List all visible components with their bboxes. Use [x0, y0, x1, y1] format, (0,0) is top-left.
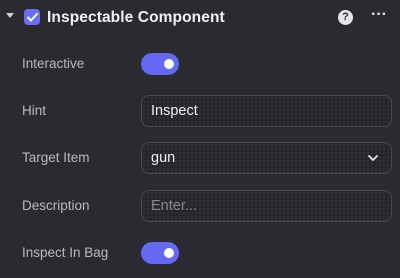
- inspect-in-bag-label: Inspect In Bag: [22, 245, 109, 260]
- interactive-toggle[interactable]: [141, 53, 179, 75]
- target-item-label: Target Item: [22, 150, 90, 165]
- enable-checkbox[interactable]: [24, 9, 40, 25]
- hint-label: Hint: [22, 103, 47, 118]
- hint-input[interactable]: Inspect: [141, 95, 392, 127]
- description-input[interactable]: Enter...: [141, 190, 392, 222]
- inspect-in-bag-toggle[interactable]: [141, 242, 179, 264]
- description-label: Description: [22, 198, 90, 213]
- help-icon[interactable]: ?: [338, 10, 353, 25]
- toggle-knob: [164, 248, 174, 258]
- interactive-label: Interactive: [22, 56, 85, 71]
- toggle-knob: [164, 59, 174, 69]
- chevron-down-icon: [368, 155, 378, 161]
- component-title: Inspectable Component: [47, 9, 225, 26]
- collapse-caret-icon[interactable]: [6, 13, 14, 18]
- target-item-value: gun: [151, 150, 176, 166]
- check-icon: [26, 12, 38, 21]
- more-options-icon[interactable]: ···: [370, 7, 388, 25]
- target-item-select[interactable]: gun: [141, 142, 392, 174]
- inspector-panel: Inspectable Component ? ··· Interactive …: [0, 0, 400, 278]
- component-header: Inspectable Component ? ···: [0, 0, 400, 36]
